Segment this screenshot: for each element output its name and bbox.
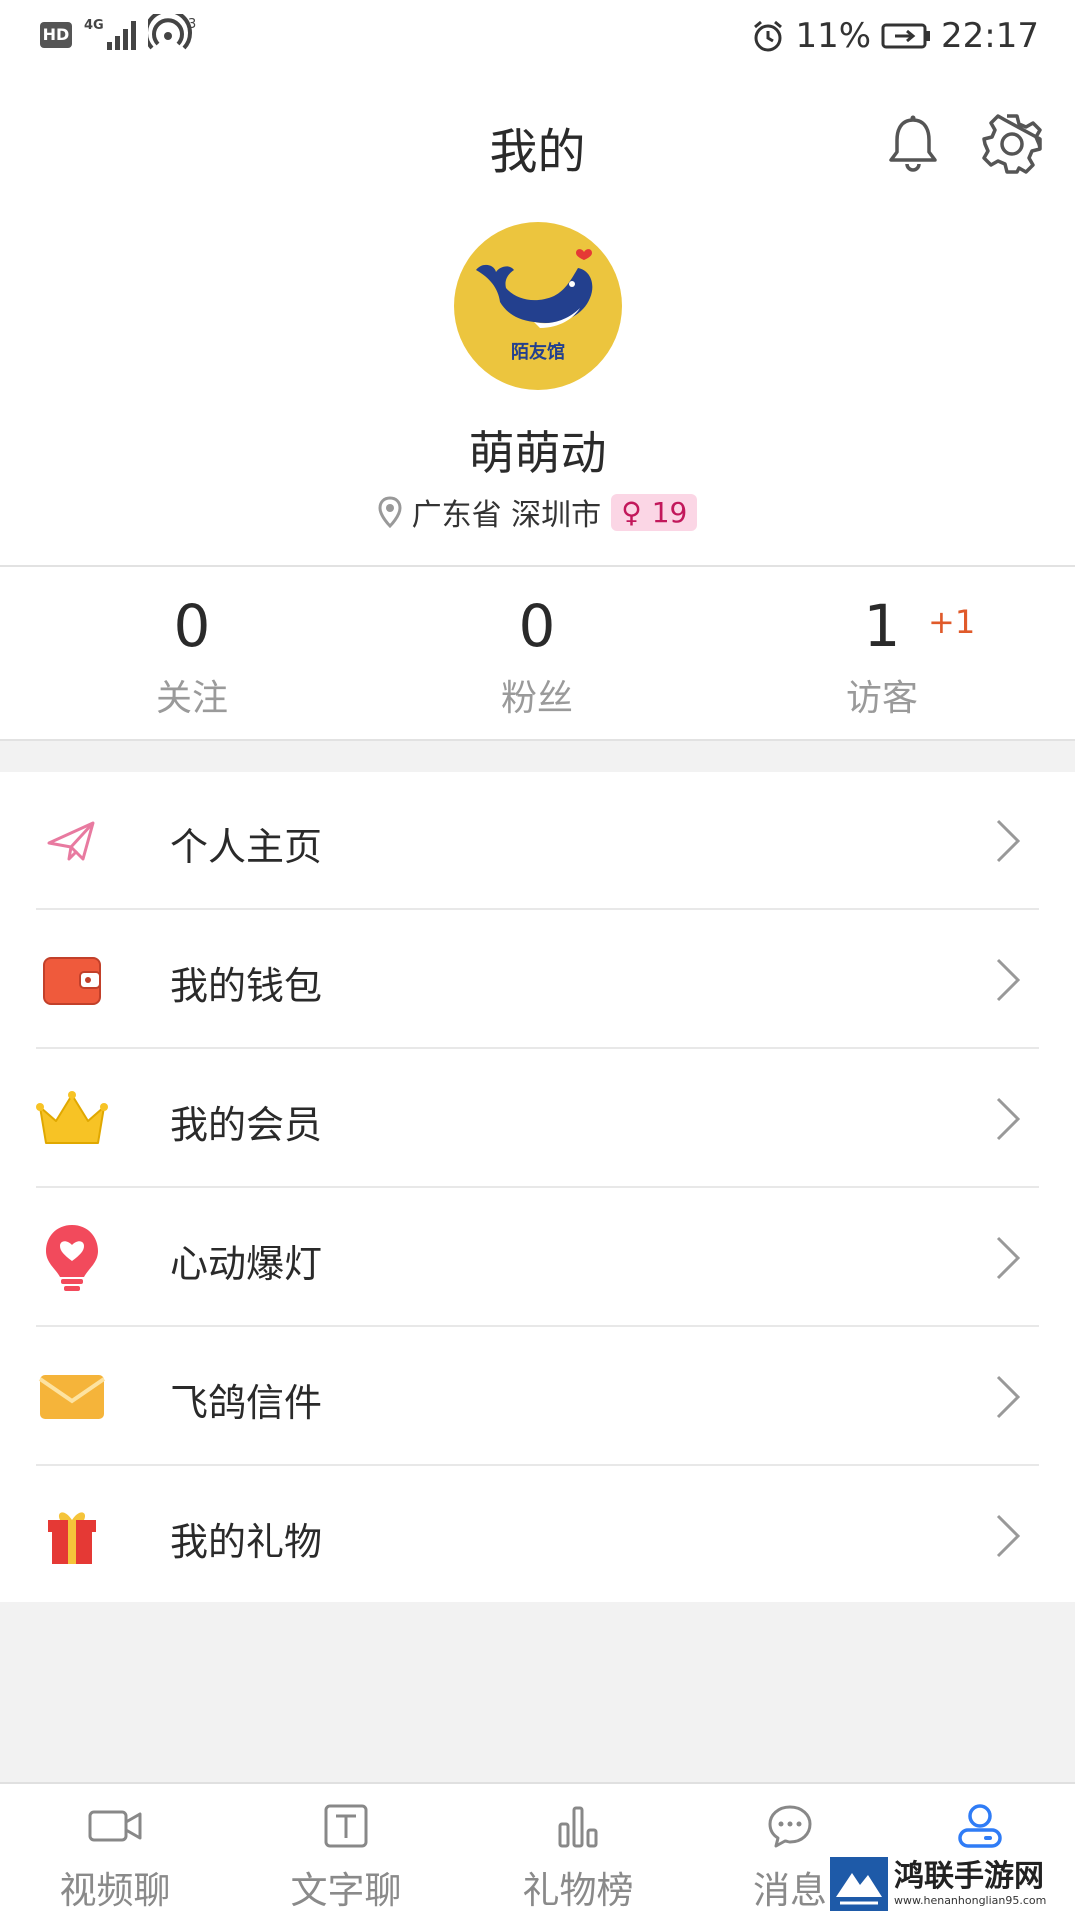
visitors-delta-badge: +1: [928, 603, 976, 641]
chat-bubble-icon: [768, 1805, 812, 1848]
hotspot-count: 3: [188, 17, 196, 32]
menu-item-label: 我的礼物: [170, 1520, 323, 1564]
gift-icon: [48, 1512, 96, 1564]
nickname: 萌萌动: [468, 426, 607, 480]
menu-item-letters[interactable]: 飞鸽信件: [0, 1328, 1075, 1466]
separator: [36, 1464, 1039, 1466]
location-pin-icon: [378, 496, 402, 528]
menu-item-membership[interactable]: 我的会员: [0, 1050, 1075, 1188]
clock: 22:17: [941, 16, 1039, 56]
watermark-url: www.henanhonglian95.com: [894, 1893, 1047, 1907]
tab-text-chat[interactable]: 文字聊: [246, 1802, 446, 1914]
alarm-icon: [754, 20, 783, 52]
separator: [36, 1047, 1039, 1049]
menu-item-gifts[interactable]: 我的礼物: [0, 1467, 1075, 1605]
site-watermark: 鸿联手游网 www.henanhonglian95.com: [828, 1852, 1075, 1915]
wallet-icon: [43, 957, 101, 1005]
separator: [36, 1325, 1039, 1327]
gear-icon[interactable]: [980, 112, 1044, 176]
menu-item-heartbeat[interactable]: 心动爆灯: [0, 1189, 1075, 1327]
tab-gift-ranking[interactable]: 礼物榜: [478, 1802, 678, 1914]
stats-row: 0 关注 0 粉丝 1 访客 +1: [0, 567, 1075, 739]
chevron-right-icon: [996, 958, 1021, 1002]
separator: [36, 1186, 1039, 1188]
gender-age-badge: ♀ 19: [611, 493, 698, 531]
profile-section: 陌友馆 萌萌动 广东省 深圳市 ♀ 19: [0, 222, 1075, 565]
avatar[interactable]: 陌友馆: [454, 222, 622, 390]
paper-plane-icon: [47, 821, 95, 861]
signal-icon: [107, 21, 136, 50]
avatar-brand-text: 陌友馆: [511, 342, 565, 363]
menu-item-homepage[interactable]: 个人主页: [0, 772, 1075, 910]
crown-icon: [36, 1091, 108, 1144]
chevron-right-icon: [996, 1375, 1021, 1419]
age-value: 19: [651, 495, 688, 529]
separator: [36, 908, 1039, 910]
stat-following[interactable]: 0 关注: [82, 591, 302, 721]
location-text: 广东省 深圳市: [411, 498, 602, 533]
user-icon: [958, 1804, 1002, 1848]
envelope-icon: [38, 1375, 106, 1419]
tab-label: 视频聊: [59, 1869, 171, 1912]
location-row: 广东省 深圳市 ♀ 19: [0, 490, 1075, 534]
chevron-right-icon: [996, 1514, 1021, 1558]
page-header: 我的: [0, 72, 1075, 222]
following-label: 关注: [155, 678, 228, 719]
tab-label: 礼物榜: [522, 1869, 634, 1912]
status-bar: HD 4G 3 11% 22:17: [0, 0, 1075, 72]
chevron-right-icon: [996, 1236, 1021, 1280]
whale-logo-icon: [476, 249, 593, 328]
battery-icon: [881, 23, 931, 49]
fans-label: 粉丝: [500, 678, 573, 719]
hotspot-icon: 3: [148, 14, 196, 50]
menu-item-label: 个人主页: [170, 825, 323, 869]
battery-percent: 11%: [795, 16, 872, 56]
menu-item-label: 心动爆灯: [170, 1242, 323, 1286]
video-camera-icon: [88, 1810, 142, 1842]
menu-item-label: 飞鸽信件: [170, 1381, 323, 1425]
visitors-label: 访客: [845, 678, 918, 719]
menu-item-wallet[interactable]: 我的钱包: [0, 911, 1075, 1049]
bar-chart-icon: [558, 1806, 598, 1848]
menu-item-label: 我的会员: [170, 1103, 323, 1147]
menu-item-label: 我的钱包: [170, 964, 323, 1008]
watermark-logo-icon: [830, 1856, 888, 1911]
hd-indicator: HD: [40, 22, 72, 48]
female-icon: ♀: [621, 495, 642, 529]
watermark-title: 鸿联手游网: [894, 1858, 1044, 1894]
stat-fans[interactable]: 0 粉丝: [427, 591, 647, 721]
chevron-right-icon: [996, 1097, 1021, 1141]
bell-icon[interactable]: [885, 114, 941, 174]
tab-label: 文字聊: [290, 1869, 402, 1912]
text-icon: [324, 1804, 368, 1848]
following-count: 0: [173, 592, 211, 660]
tab-video-chat[interactable]: 视频聊: [15, 1802, 215, 1914]
menu-list: 个人主页 我的钱包 我的会员 心动爆灯 飞鸽信件 我的礼物: [0, 772, 1075, 1602]
chevron-right-icon: [996, 819, 1021, 863]
fans-count: 0: [518, 592, 556, 660]
divider: [0, 739, 1075, 741]
heart-bulb-icon: [46, 1225, 98, 1291]
network-type: 4G: [84, 18, 104, 33]
